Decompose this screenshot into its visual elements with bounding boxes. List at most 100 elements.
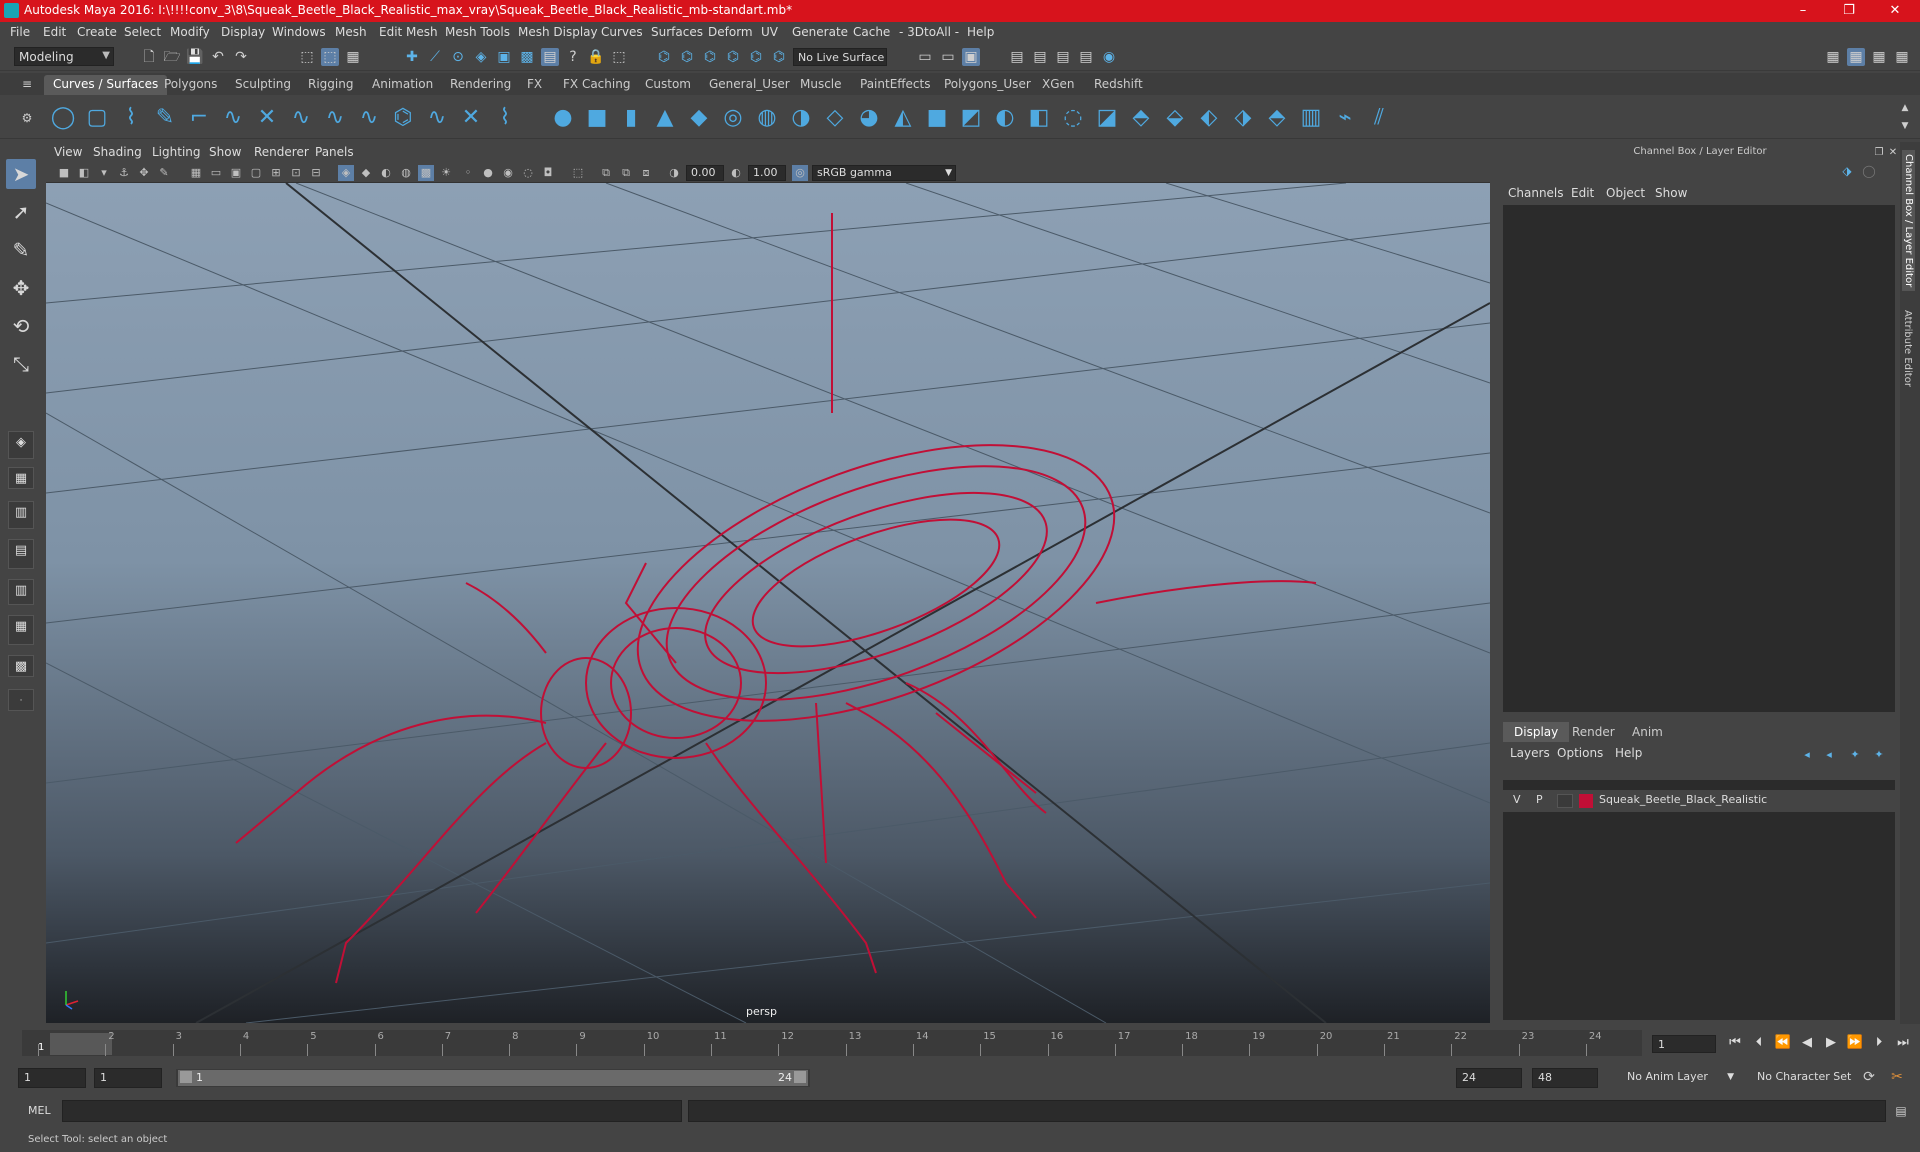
shelf-scroll-down-icon[interactable]: ▼ xyxy=(1896,117,1914,135)
tab-curves-surfaces[interactable]: Curves / Surfaces xyxy=(44,75,168,95)
revolve-icon[interactable]: ◍ xyxy=(754,105,780,131)
persp-graph-layout-icon[interactable]: ▤ xyxy=(8,539,34,569)
menu-windows[interactable]: Windows xyxy=(272,25,326,39)
tab-general-user[interactable]: General_User xyxy=(700,75,799,95)
smooth-shade-icon[interactable]: ◆ xyxy=(358,165,374,181)
select-tool-icon[interactable]: ➤ xyxy=(6,159,36,189)
mode-dropdown[interactable]: Modeling ▼ xyxy=(14,47,114,66)
snap-to-curve-icon[interactable]: ⟋ xyxy=(426,48,444,66)
save-scene-icon[interactable]: 💾 xyxy=(186,48,204,66)
tab-redshift[interactable]: Redshift xyxy=(1085,75,1152,95)
render-setup-icon[interactable]: ▤ xyxy=(1054,48,1072,66)
persp-outliner-layout-icon[interactable]: ▥ xyxy=(8,501,34,529)
go-to-end-icon[interactable]: ⏭ xyxy=(1894,1034,1912,1052)
toggle-channel-box-icon[interactable]: ▦ xyxy=(1893,48,1911,66)
magnet-icon[interactable]: ⌬ xyxy=(724,48,742,66)
extrude-icon[interactable]: ◕ xyxy=(856,105,882,131)
current-frame-field[interactable]: 1 xyxy=(1652,1035,1716,1053)
attach-curves-icon[interactable]: ✕ xyxy=(254,105,280,131)
screen-space-ao-icon[interactable]: ● xyxy=(480,165,496,181)
tab-muscle[interactable]: Muscle xyxy=(791,75,851,95)
layer-playback-toggle[interactable]: P xyxy=(1536,793,1543,806)
menu-create[interactable]: Create xyxy=(77,25,117,39)
menu-deform[interactable]: Deform xyxy=(708,25,753,39)
time-slider-bar[interactable]: 1 2 3 4 5 6 7 8 9 10 11 12 13 14 15 16 17 18 19 20 21 22 23 24 xyxy=(22,1030,1642,1056)
tab-animation[interactable]: Animation xyxy=(363,75,442,95)
gate-mask-icon[interactable]: ▢ xyxy=(248,165,264,181)
add-points-icon[interactable]: ✕ xyxy=(458,105,484,131)
move-seam-icon[interactable]: ⬗ xyxy=(1230,105,1256,131)
move-tool-icon[interactable]: ✥ xyxy=(6,273,36,303)
menu-edit[interactable]: Edit xyxy=(43,25,66,39)
new-scene-icon[interactable]: 🗋 xyxy=(140,48,158,66)
tab-polygons-user[interactable]: Polygons_User xyxy=(935,75,1040,95)
construction-history-icon[interactable]: ⌬ xyxy=(701,48,719,66)
snap-live-icon[interactable]: ▩ xyxy=(518,48,536,66)
field-chart-icon[interactable]: ⊞ xyxy=(268,165,284,181)
2d-pan-zoom-icon[interactable]: ✥ xyxy=(136,165,152,181)
tab-rendering[interactable]: Rendering xyxy=(441,75,520,95)
pencil-curve-icon[interactable]: ✎ xyxy=(152,105,178,131)
step-back-frame-icon[interactable]: ⏴ xyxy=(1750,1034,1768,1052)
snap-to-grid-icon[interactable]: ✚ xyxy=(403,48,421,66)
wireframe-icon[interactable]: ◈ xyxy=(338,165,354,181)
color-management-icon[interactable]: ◎ xyxy=(792,165,808,181)
project-curve-icon[interactable]: ◩ xyxy=(958,105,984,131)
collapse-toolbox-icon[interactable]: · xyxy=(8,689,34,711)
animation-end-field[interactable]: 48 xyxy=(1532,1068,1598,1088)
curve-editing-icon[interactable]: ⌇ xyxy=(492,105,518,131)
render-settings-icon[interactable]: ▤ xyxy=(1008,48,1026,66)
layer-row[interactable]: V P Squeak_Beetle_Black_Realistic xyxy=(1503,790,1895,812)
wireframe-on-shaded-icon[interactable]: ◍ xyxy=(398,165,414,181)
tab-rigging[interactable]: Rigging xyxy=(299,75,362,95)
new-layer-icon[interactable]: ✦ xyxy=(1846,746,1864,764)
viewport-menu-lighting[interactable]: Lighting xyxy=(152,145,201,159)
nurbs-torus-icon[interactable]: ◎ xyxy=(720,105,746,131)
channel-box-options-icon[interactable]: ⬗ xyxy=(1838,162,1856,180)
isolate-select-icon[interactable]: ⬚ xyxy=(570,165,586,181)
minimize-button[interactable]: – xyxy=(1780,0,1826,22)
channel-box-menu-object[interactable]: Object xyxy=(1606,186,1645,200)
nurbs-plane-icon[interactable]: ◆ xyxy=(686,105,712,131)
viewport-menu-view[interactable]: View xyxy=(54,145,82,159)
move-layer-up-icon[interactable]: ◂ xyxy=(1798,746,1816,764)
step-forward-key-icon[interactable]: ⏩ xyxy=(1846,1034,1864,1052)
safe-action-icon[interactable]: ⊡ xyxy=(288,165,304,181)
loft-icon[interactable]: ◑ xyxy=(788,105,814,131)
shelf-settings-icon[interactable]: ⚙ xyxy=(18,109,36,127)
grease-pencil-icon[interactable]: ✎ xyxy=(156,165,172,181)
new-layer-selected-icon[interactable]: ✦ xyxy=(1870,746,1888,764)
redo-icon[interactable]: ↷ xyxy=(232,48,250,66)
menu-select[interactable]: Select xyxy=(124,25,161,39)
grid-toggle-icon[interactable]: ▦ xyxy=(188,165,204,181)
render-frame-icon[interactable]: ▭ xyxy=(939,48,957,66)
menu-mesh-display[interactable]: Mesh Display xyxy=(518,25,598,39)
detach-curves-icon[interactable]: ∿ xyxy=(288,105,314,131)
xray-icon[interactable]: ⧉ xyxy=(598,165,614,181)
step-back-key-icon[interactable]: ⏪ xyxy=(1774,1034,1792,1052)
multisample-aa-icon[interactable]: ◌ xyxy=(520,165,536,181)
range-start-handle[interactable] xyxy=(180,1071,192,1083)
channel-box-keying-icon[interactable]: ◯ xyxy=(1860,162,1878,180)
resolution-gate-icon[interactable]: ▣ xyxy=(228,165,244,181)
offset-curve-icon[interactable]: ⌬ xyxy=(390,105,416,131)
go-to-start-icon[interactable]: ⏮ xyxy=(1726,1034,1744,1052)
output-ops-icon[interactable]: ⌬ xyxy=(678,48,696,66)
menu-3dtoall[interactable]: - 3DtoAll - xyxy=(899,25,959,39)
layer-visibility-toggle[interactable]: V xyxy=(1513,793,1521,806)
menu-generate[interactable]: Generate xyxy=(792,25,848,39)
nurbs-circle-icon[interactable]: ◯ xyxy=(50,105,76,131)
toggle-attribute-editor-icon[interactable]: ▦ xyxy=(1847,48,1865,66)
channel-box-menu-edit[interactable]: Edit xyxy=(1571,186,1594,200)
extend-curve-icon[interactable]: ∿ xyxy=(356,105,382,131)
make-live-icon[interactable]: ⌬ xyxy=(747,48,765,66)
animation-preferences-icon[interactable]: ✂ xyxy=(1888,1068,1906,1086)
command-language-toggle[interactable]: MEL xyxy=(28,1104,51,1117)
play-forwards-icon[interactable]: ▶ xyxy=(1822,1034,1840,1052)
side-tab-channel-box[interactable]: Channel Box / Layer Editor xyxy=(1902,150,1915,292)
birail-icon[interactable]: ◭ xyxy=(890,105,916,131)
menu-modify[interactable]: Modify xyxy=(170,25,210,39)
trim-tool-icon[interactable]: ◧ xyxy=(1026,105,1052,131)
playback-start-field[interactable]: 1 xyxy=(94,1068,162,1088)
attach-surfaces-icon[interactable]: ◪ xyxy=(1094,105,1120,131)
